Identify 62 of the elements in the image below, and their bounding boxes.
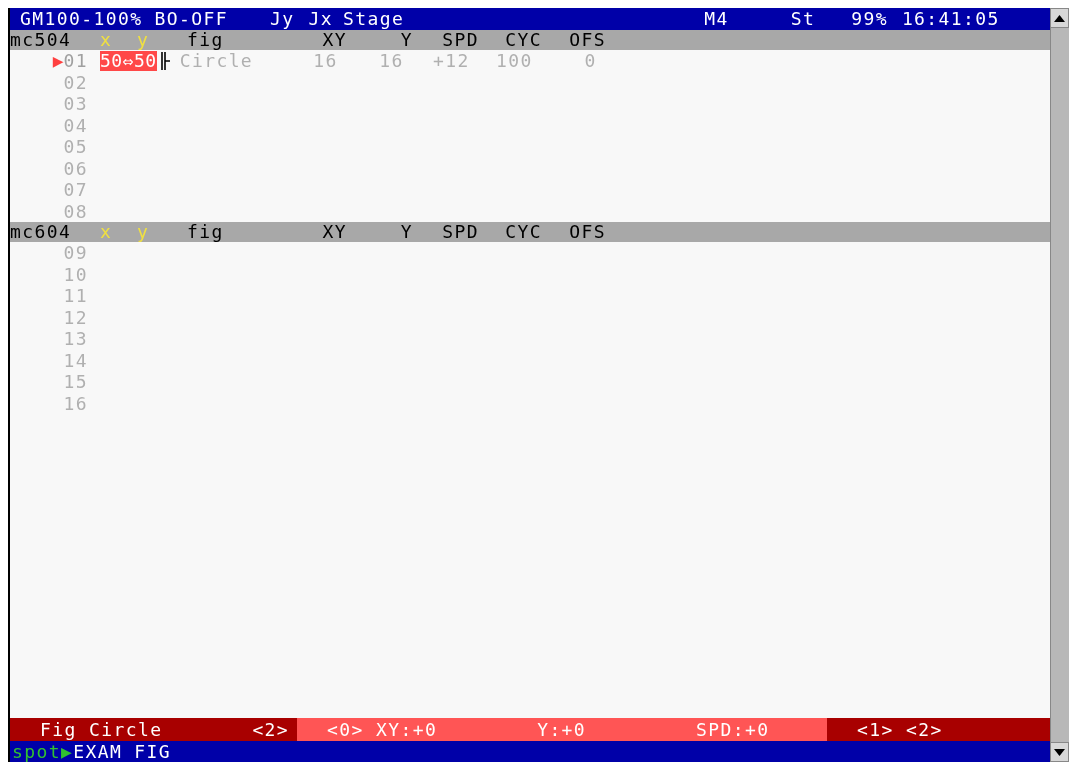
status-text: <1> <2> (857, 718, 943, 741)
table-cell-text: Circle (179, 50, 255, 72)
column-header: OFS (568, 222, 606, 242)
status-text: 16:41:05 (901, 8, 1000, 30)
status-text: <0> XY:+0 (327, 718, 438, 741)
table-cell-text: 100 (494, 50, 533, 72)
row-number: 16 (63, 392, 88, 414)
status-text: <2> (252, 718, 290, 741)
row-number: 02 (63, 71, 88, 93)
column-header: Y (399, 222, 413, 242)
status-text: Fig Circle (40, 718, 163, 741)
column-header: SPD (441, 30, 479, 50)
scroll-down-button[interactable] (1050, 742, 1069, 762)
status-text: Y:+0 (537, 718, 587, 741)
column-header: CYC (504, 222, 542, 242)
row-number: 07 (63, 179, 88, 201)
row-number: 01 (63, 50, 88, 72)
row-number: 05 (63, 136, 88, 158)
row-number: 04 (63, 114, 88, 136)
status-text: SPD:+0 (696, 718, 770, 741)
row-number: 12 (63, 306, 88, 328)
status-text: GM100-100% BO-OFF (20, 8, 229, 30)
column-header: XY (321, 222, 347, 242)
row-number: 10 (63, 263, 88, 285)
column-header: OFS (568, 30, 606, 50)
column-header: y (137, 30, 151, 50)
column-header: y (137, 222, 151, 242)
text-cursor-icon (160, 51, 170, 70)
row-number: 09 (63, 242, 88, 264)
row-number: 03 (63, 93, 88, 115)
column-header: x (100, 30, 114, 50)
column-header: Y (399, 30, 413, 50)
status-text: Jx (308, 8, 333, 30)
status-text: Jy (270, 8, 295, 30)
up-arrow-icon (1054, 14, 1065, 22)
column-header: fig (187, 30, 225, 50)
status-text: M4 (704, 8, 729, 30)
row-number: 06 (63, 157, 88, 179)
column-header: XY (321, 30, 347, 50)
table-name: mc504 (10, 30, 73, 50)
table-cell-text: +12 (431, 50, 470, 72)
table-cell-text: 16 (312, 50, 338, 72)
column-header: fig (187, 222, 225, 242)
row-number: 15 (63, 371, 88, 393)
status-text: St (790, 8, 816, 30)
row-number: 08 (63, 200, 88, 222)
row-pointer: ▶ (52, 50, 64, 72)
column-header: SPD (441, 222, 479, 242)
scroll-up-button[interactable] (1050, 8, 1069, 28)
command-prompt: spot▶ (12, 741, 74, 762)
command-text: EXAM FIG (73, 741, 172, 762)
table-name: mc604 (10, 222, 73, 242)
status-text: Stage (343, 8, 405, 30)
row-number: 13 (63, 328, 88, 350)
status-text: 99% (851, 8, 888, 30)
row-number: 14 (63, 349, 88, 371)
down-arrow-icon (1054, 748, 1065, 756)
table-cell-text: 0 (583, 50, 597, 72)
column-header: CYC (504, 30, 542, 50)
column-header: x (100, 222, 114, 242)
table-cell-text: 16 (378, 50, 404, 72)
row-number: 11 (63, 285, 88, 307)
